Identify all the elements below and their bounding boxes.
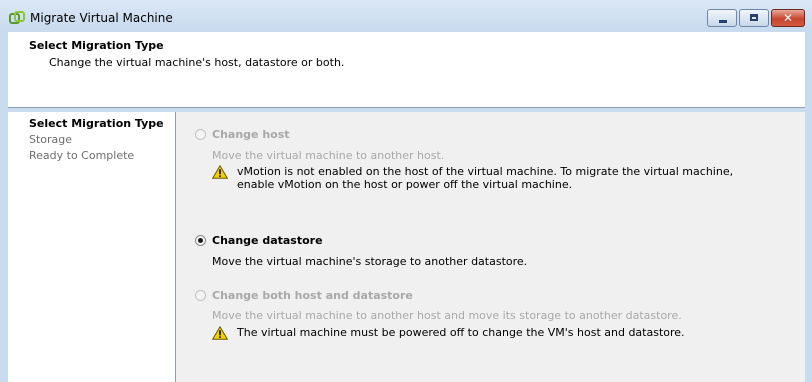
- change-host-label[interactable]: Change host: [212, 128, 290, 141]
- title-bar[interactable]: Migrate Virtual Machine ✕: [0, 0, 812, 32]
- change-datastore-radio[interactable]: [195, 235, 206, 246]
- close-button[interactable]: ✕: [771, 9, 805, 27]
- step-storage[interactable]: Storage: [29, 133, 72, 146]
- change-datastore-description: Move the virtual machine's storage to an…: [212, 255, 528, 268]
- migrate-dialog: Migrate Virtual Machine ✕ Select Migrati…: [0, 0, 812, 382]
- window-title: Migrate Virtual Machine: [30, 11, 173, 25]
- change-datastore-label[interactable]: Change datastore: [212, 234, 323, 247]
- minimize-button[interactable]: [707, 9, 737, 27]
- change-host-warning: vMotion is not enabled on the host of th…: [237, 165, 757, 191]
- wizard-steps: Select Migration Type Storage Ready to C…: [8, 112, 176, 382]
- step-select-migration-type[interactable]: Select Migration Type: [29, 117, 164, 130]
- migration-options: Change host Move the virtual machine to …: [176, 112, 805, 382]
- change-host-warning-line2: enable vMotion on the host or power off …: [237, 178, 573, 191]
- change-host-description: Move the virtual machine to another host…: [212, 149, 445, 162]
- warning-icon: [212, 165, 228, 179]
- minimize-icon: [719, 20, 727, 23]
- change-host-warning-line1: vMotion is not enabled on the host of th…: [237, 165, 734, 178]
- change-both-description: Move the virtual machine to another host…: [212, 309, 682, 322]
- maximize-button[interactable]: [739, 9, 769, 27]
- maximize-icon: [750, 14, 758, 21]
- vsphere-migrate-icon: [9, 11, 25, 24]
- page-subtitle: Change the virtual machine's host, datas…: [49, 56, 345, 69]
- wizard-header: Select Migration Type Change the virtual…: [8, 32, 805, 108]
- close-icon: ✕: [782, 11, 794, 25]
- change-both-warning: The virtual machine must be powered off …: [237, 326, 685, 339]
- wizard-body: Select Migration Type Storage Ready to C…: [8, 112, 805, 382]
- warning-icon: [212, 326, 228, 340]
- step-ready-to-complete[interactable]: Ready to Complete: [29, 149, 134, 162]
- change-both-radio[interactable]: [195, 290, 206, 301]
- change-both-label[interactable]: Change both host and datastore: [212, 289, 413, 302]
- page-title: Select Migration Type: [29, 39, 164, 52]
- radio-selected-dot: [198, 238, 203, 243]
- change-host-radio[interactable]: [195, 129, 206, 140]
